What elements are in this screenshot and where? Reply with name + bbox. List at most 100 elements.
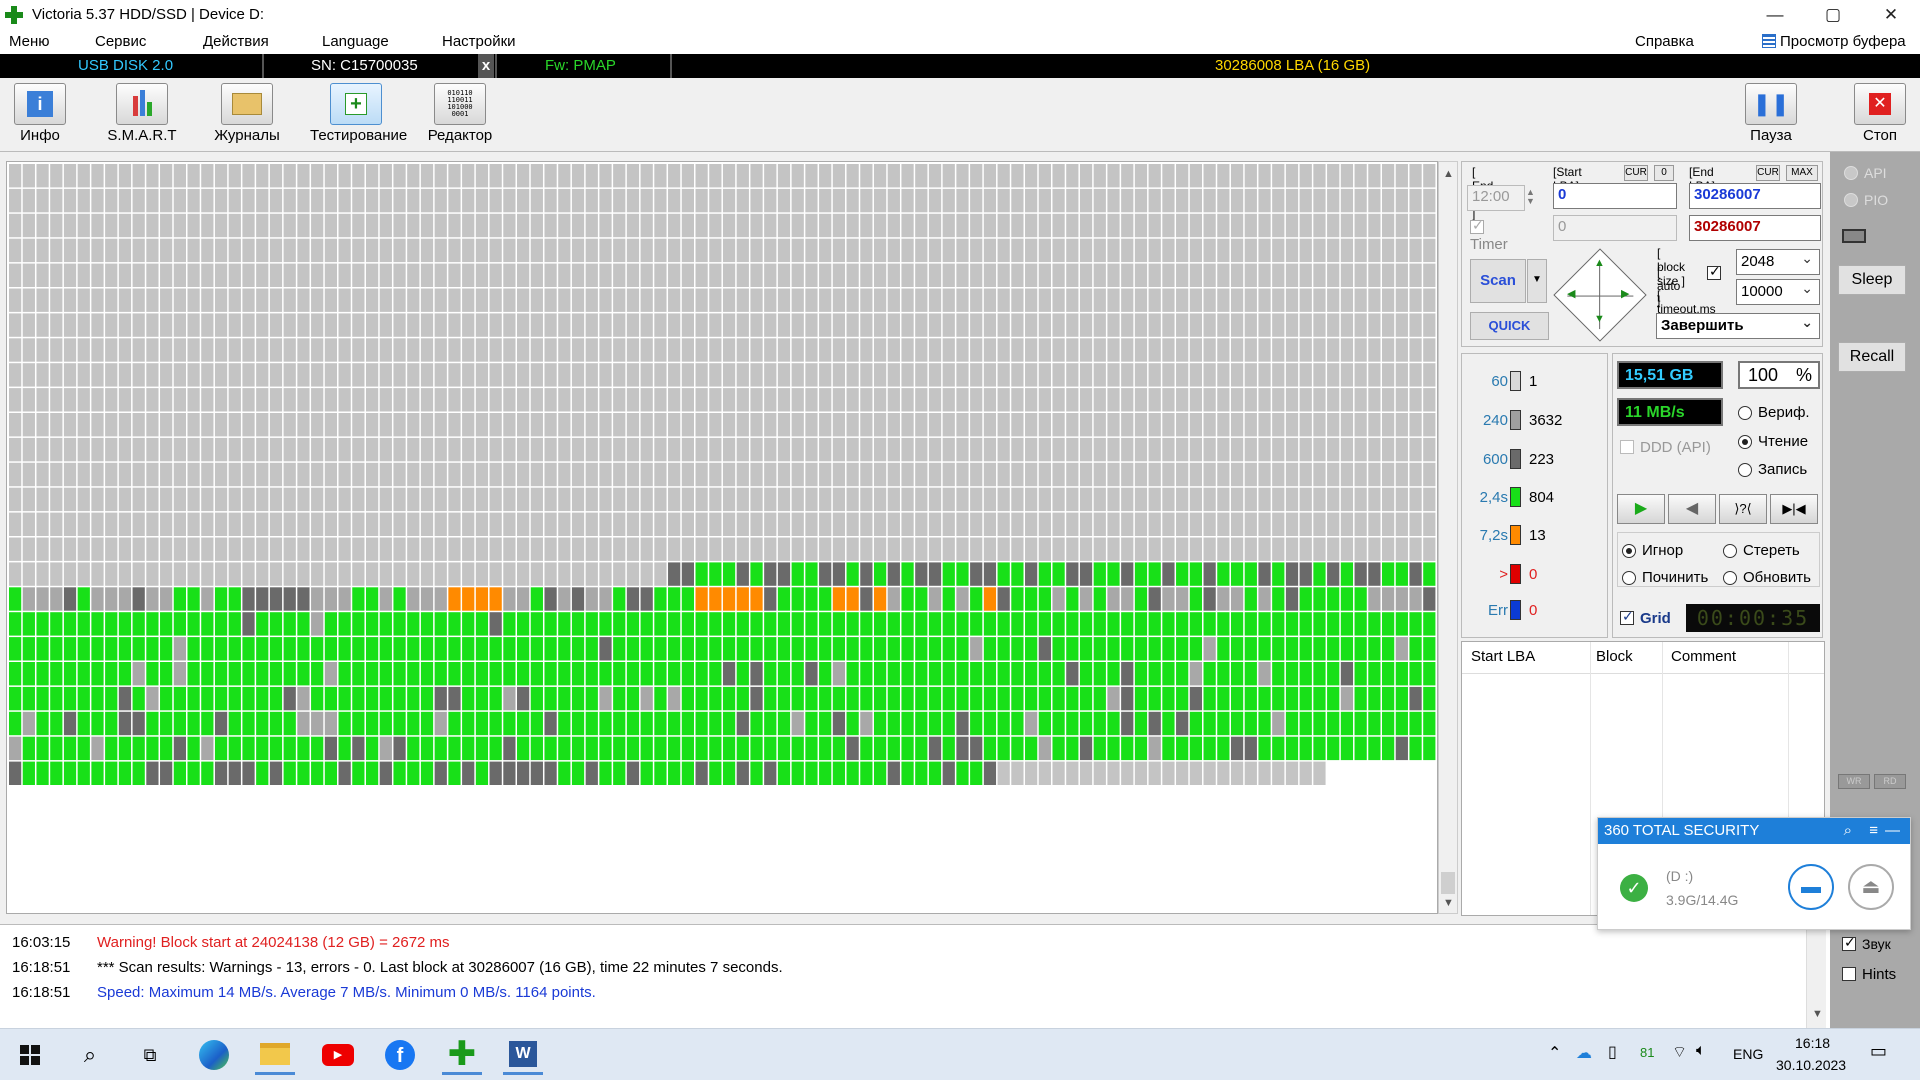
arrow-right-icon[interactable]: ▶ <box>1621 287 1629 300</box>
start-lba-input[interactable]: 0 <box>1553 183 1677 209</box>
sound-checkbox[interactable]: Звук <box>1842 934 1891 952</box>
start-lba-zero-button[interactable]: 0 <box>1654 165 1674 181</box>
edge-taskbar-icon[interactable] <box>194 1035 234 1075</box>
buffer-view-button[interactable]: Просмотр буфера <box>1762 33 1906 50</box>
start-lba-cur-button[interactable]: CUR <box>1624 165 1648 181</box>
scan-button[interactable]: Scan <box>1470 259 1526 303</box>
arrow-up-icon[interactable]: ▲ <box>1594 257 1605 269</box>
search-icon[interactable]: ⌕ <box>1844 818 1852 844</box>
block-cell <box>63 462 77 487</box>
end-time-input[interactable]: 12:00 <box>1467 185 1525 211</box>
block-cell <box>613 711 626 736</box>
block-size-select[interactable]: 2048 <box>1736 246 1820 275</box>
onedrive-icon[interactable]: ☁ <box>1576 1043 1592 1063</box>
wifi-icon[interactable]: ⌔ <box>1672 1042 1687 1062</box>
explorer-taskbar-icon[interactable] <box>255 1035 295 1075</box>
scroll-up-icon[interactable]: ▲ <box>1443 168 1454 180</box>
device-close-button[interactable]: x <box>478 54 494 78</box>
arrow-left-icon[interactable]: ◀ <box>1567 287 1575 300</box>
sleep-button[interactable]: Sleep <box>1838 265 1906 295</box>
scan-dropdown-button[interactable]: ▼ <box>1527 259 1547 303</box>
volume-icon[interactable]: 🔈︎ <box>1696 1042 1706 1060</box>
hints-checkbox[interactable]: Hints <box>1842 966 1896 983</box>
grid-checkbox[interactable]: Grid <box>1620 608 1671 627</box>
clock-time[interactable]: 16:18 <box>1795 1035 1830 1051</box>
menu-language[interactable]: Language <box>322 33 389 50</box>
usb-icon[interactable]: ▯ <box>1608 1042 1617 1062</box>
action-ignore-radio[interactable]: Игнор <box>1622 542 1683 559</box>
minimize-icon[interactable]: — <box>1885 818 1900 844</box>
youtube-taskbar-icon[interactable]: ▶ <box>318 1035 358 1075</box>
block-cell <box>873 612 887 636</box>
menu-service[interactable]: Сервис <box>95 33 146 50</box>
log-scrollbar[interactable]: ▼ <box>1806 925 1826 1028</box>
finish-action-select[interactable]: Завершить <box>1656 310 1820 339</box>
action-refresh-radio[interactable]: Обновить <box>1723 569 1811 586</box>
end-lba-secondary[interactable]: 30286007 <box>1689 215 1821 241</box>
recall-button[interactable]: Recall <box>1838 342 1906 372</box>
mode-verify-radio[interactable]: Вериф. <box>1738 404 1810 421</box>
facebook-taskbar-icon[interactable]: f <box>380 1035 420 1075</box>
task-view-button[interactable]: ⧉ <box>130 1035 170 1075</box>
tray-expand-icon[interactable]: ⌃ <box>1548 1043 1561 1063</box>
end-time-spinner[interactable]: ▲ ▼ <box>1526 188 1535 206</box>
start-button[interactable] <box>10 1035 50 1075</box>
menu-actions[interactable]: Действия <box>203 33 269 50</box>
end-lba-input[interactable]: 30286007 <box>1689 183 1821 209</box>
close-button[interactable]: ✕ <box>1862 0 1920 29</box>
input-language[interactable]: ENG <box>1733 1046 1763 1062</box>
column-block[interactable]: Block <box>1596 648 1633 665</box>
info-button[interactable]: i Инфо <box>0 83 86 149</box>
mode-read-radio[interactable]: Чтение <box>1738 433 1808 450</box>
logs-button[interactable]: Журналы <box>201 83 293 149</box>
end-lba-max-button[interactable]: MAX <box>1786 165 1818 181</box>
timer-checkbox[interactable]: Timer <box>1470 217 1508 253</box>
random-seek-button[interactable]: ⟩?⟨ <box>1719 494 1767 524</box>
eject-button[interactable]: ⏏ <box>1848 864 1894 910</box>
action-repair-radio[interactable]: Починить <box>1622 569 1708 586</box>
api-radio[interactable]: API <box>1844 165 1887 181</box>
testing-button[interactable]: + Тестирование <box>310 83 407 149</box>
stop-button[interactable]: ✕ Стоп <box>1850 83 1910 149</box>
grid-scrollbar[interactable]: ▲ ▼ <box>1438 161 1458 914</box>
scroll-thumb[interactable] <box>1441 872 1455 894</box>
open-folder-button[interactable]: ▬ <box>1788 864 1834 910</box>
block-cell <box>1176 313 1189 337</box>
word-taskbar-icon[interactable]: W <box>503 1035 543 1075</box>
column-comment[interactable]: Comment <box>1671 648 1736 665</box>
block-cell <box>1189 587 1203 611</box>
search-button[interactable]: ⌕ <box>70 1035 110 1075</box>
play-reverse-button[interactable]: ◀ <box>1668 494 1716 524</box>
menu-help[interactable]: Справка <box>1635 33 1694 50</box>
quick-button[interactable]: QUICK <box>1470 312 1549 340</box>
clock-date[interactable]: 30.10.2023 <box>1776 1057 1846 1073</box>
action-erase-radio[interactable]: Стереть <box>1723 542 1800 559</box>
timeout-select[interactable]: 10000 <box>1736 276 1820 305</box>
auto-checkbox[interactable] <box>1707 263 1721 280</box>
maximize-button[interactable]: ▢ <box>1804 0 1862 29</box>
mode-write-radio[interactable]: Запись <box>1738 461 1807 478</box>
smart-button[interactable]: S.M.A.R.T <box>96 83 188 149</box>
ddd-api-checkbox[interactable]: DDD (API) <box>1620 439 1711 456</box>
menu-icon[interactable]: ≡ <box>1869 818 1878 844</box>
block-cell <box>1272 188 1285 213</box>
block-cell <box>640 512 653 536</box>
pio-radio[interactable]: PIO <box>1844 192 1888 208</box>
editor-button[interactable]: 010110 110011 101000 0001 Редактор <box>414 83 506 149</box>
column-start-lba[interactable]: Start LBA <box>1471 648 1535 665</box>
pause-button[interactable]: ❚❚ Пауза <box>1741 83 1801 149</box>
block-cell <box>764 388 777 412</box>
notifications-icon[interactable]: ▭ <box>1870 1041 1887 1062</box>
arrow-down-icon[interactable]: ▼ <box>1594 313 1605 325</box>
menu-main[interactable]: Меню <box>9 33 50 50</box>
play-forward-button[interactable]: ▶ <box>1617 494 1665 524</box>
butterfly-button[interactable]: ▶|◀ <box>1770 494 1818 524</box>
block-cell <box>613 487 626 512</box>
menu-settings[interactable]: Настройки <box>442 33 516 50</box>
minimize-button[interactable]: — <box>1746 0 1804 29</box>
end-lba-cur-button[interactable]: CUR <box>1756 165 1780 181</box>
block-cell <box>832 313 846 337</box>
scroll-down-icon[interactable]: ▼ <box>1443 897 1454 909</box>
victoria-taskbar-icon[interactable]: ✚ <box>442 1035 482 1075</box>
scroll-down-icon[interactable]: ▼ <box>1812 1008 1823 1020</box>
